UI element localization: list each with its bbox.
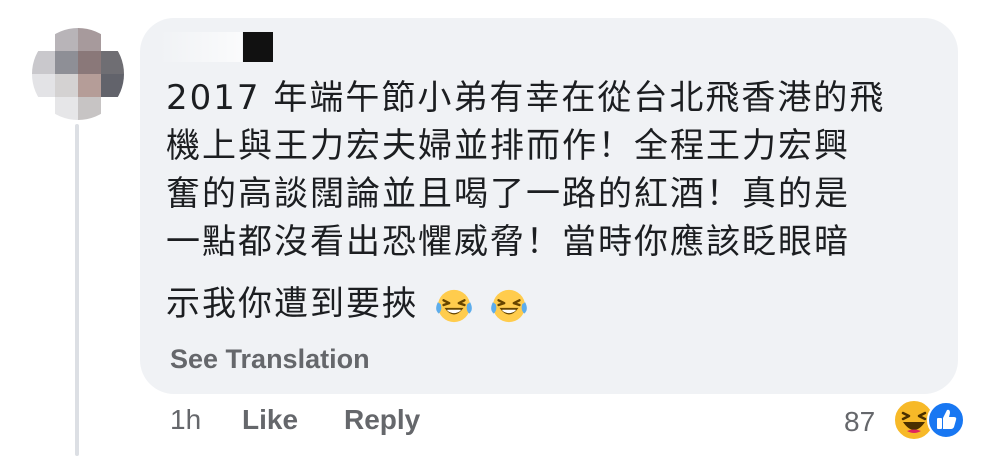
laughing-tears-emoji	[490, 289, 527, 322]
comment-line: 奮的高談闊論並且喝了一路的紅酒！真的是	[166, 174, 850, 214]
like-reaction-icon	[927, 401, 965, 439]
reaction-count: 87	[844, 406, 876, 437]
author-redaction-box	[243, 32, 273, 62]
comment-item: 2017 年端午節小弟有幸在從台北飛香港的飛 機上與王力宏夫婦並排而作！全程王力…	[0, 0, 1000, 456]
laughing-tears-emoji	[435, 289, 472, 322]
comment-line: 機上與王力宏夫婦並排而作！全程王力宏興	[166, 126, 850, 166]
thread-line	[75, 124, 79, 456]
see-translation-link[interactable]: See Translation	[170, 344, 370, 375]
comment-line: 示我你遭到要挾	[166, 284, 418, 324]
avatar[interactable]	[32, 28, 124, 120]
comment-line-last: 示我你遭到要挾	[166, 280, 936, 328]
comment-line: 2017 年端午節小弟有幸在從台北飛香港的飛	[166, 78, 886, 118]
comment-text: 2017 年端午節小弟有幸在從台北飛香港的飛 機上與王力宏夫婦並排而作！全程王力…	[166, 74, 936, 328]
reply-button[interactable]: Reply	[344, 404, 420, 436]
comment-bubble: 2017 年端午節小弟有幸在從台北飛香港的飛 機上與王力宏夫婦並排而作！全程王力…	[140, 18, 958, 394]
like-button[interactable]: Like	[242, 404, 298, 436]
timestamp[interactable]: 1h	[170, 404, 201, 436]
author-name-redacted[interactable]	[158, 32, 242, 62]
comment-line: 一點都沒看出恐懼威脅！當時你應該眨眼暗	[166, 222, 850, 262]
